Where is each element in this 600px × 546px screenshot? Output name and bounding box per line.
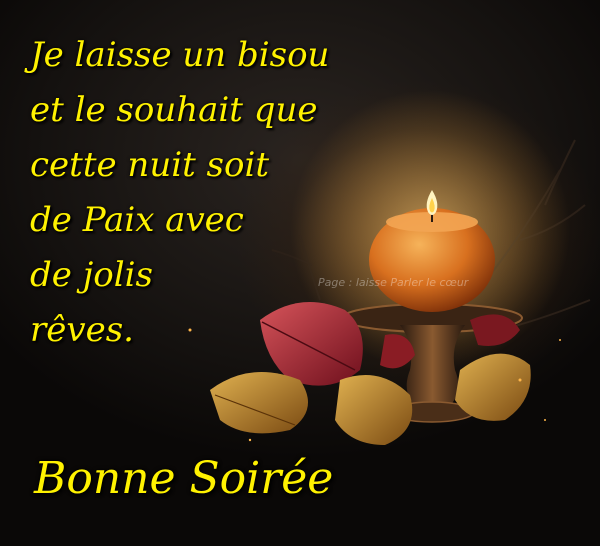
greeting-card: Page : laisse Parler le cœur Je laisse u… <box>0 0 600 546</box>
greeting-title: Bonne Soirée <box>34 453 334 504</box>
message-text: Je laisse un bisou et le souhait que cet… <box>30 28 329 358</box>
message-line: de jolis <box>30 255 153 295</box>
message-line: de Paix avec <box>30 200 244 240</box>
watermark: Page : laisse Parler le cœur <box>318 276 469 289</box>
message-line: et le souhait que <box>30 90 318 130</box>
candle-icon <box>369 208 495 312</box>
message-line: cette nuit soit <box>30 145 270 185</box>
message-line: rêves. <box>30 310 134 350</box>
message-line: Je laisse un bisou <box>30 35 330 75</box>
